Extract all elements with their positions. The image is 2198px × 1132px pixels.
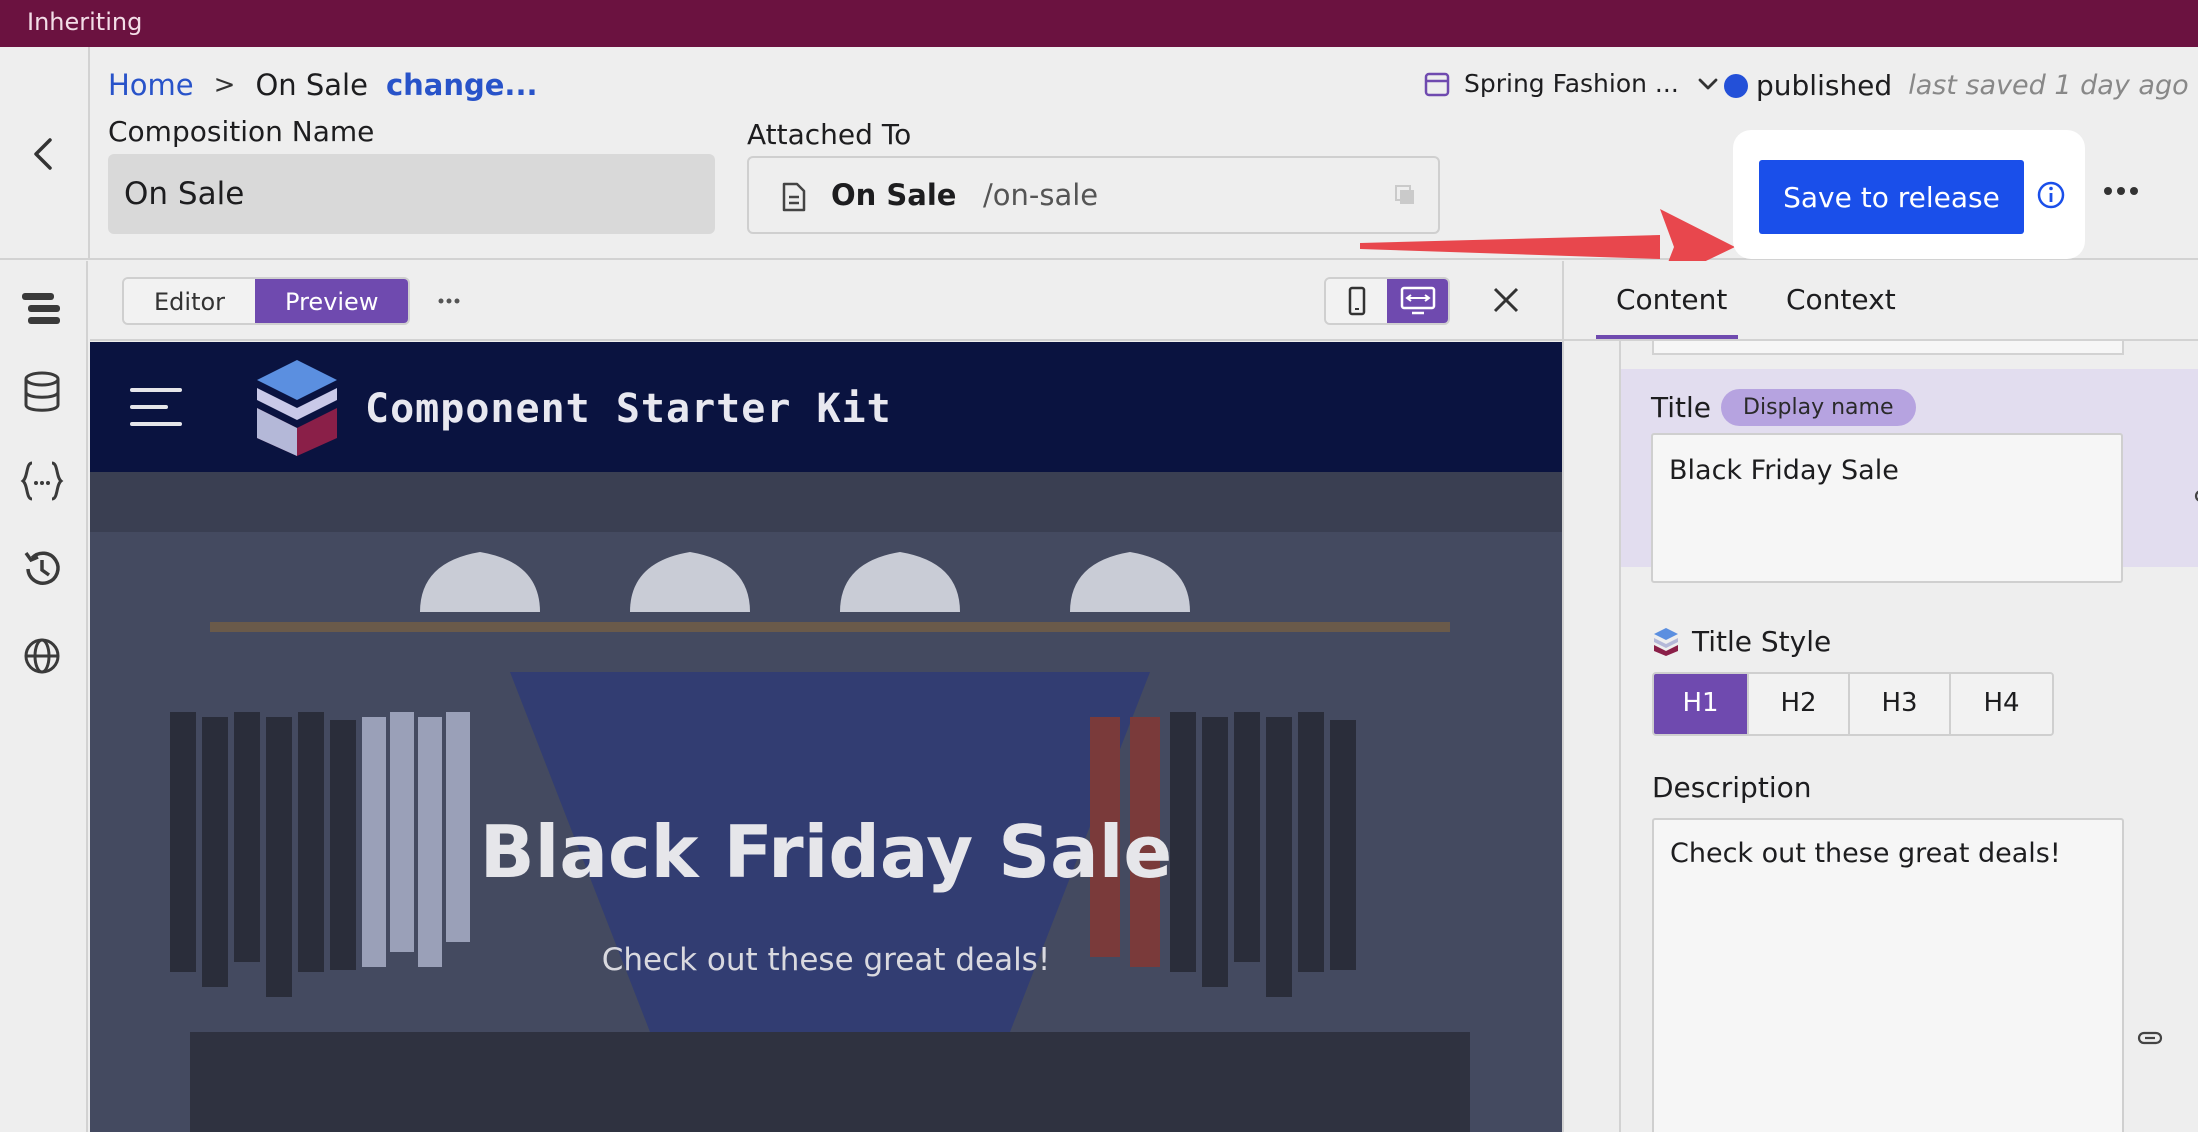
site-title: Component Starter Kit — [365, 386, 892, 432]
title-style-label: Title Style — [1692, 625, 1832, 658]
close-preview-icon[interactable] — [1491, 285, 1521, 315]
site-preview: Component Starter Kit Black Friday Sale … — [90, 342, 1562, 1132]
active-tab-indicator — [1596, 335, 1738, 339]
panel-tabs: Content Context — [1564, 261, 2198, 341]
release-name: Spring Fashion ... — [1464, 69, 1679, 98]
composition-name-input[interactable]: On Sale — [108, 154, 715, 234]
title-style-label-group: Title Style — [1652, 625, 1831, 658]
properties-panel: Content Context Title Display name Black… — [1562, 261, 2198, 1132]
chevron-down-icon — [1698, 78, 1718, 89]
hero-banner: Black Friday Sale Check out these great … — [90, 472, 1562, 1132]
globe-icon[interactable] — [20, 634, 64, 678]
copy-icon[interactable] — [1394, 184, 1418, 208]
inheriting-text: Inheriting — [27, 8, 143, 36]
component-icon — [1654, 627, 1678, 656]
heading-h1-button[interactable]: H1 — [1654, 674, 1749, 734]
attached-name: On Sale — [831, 178, 957, 212]
previous-field-stub — [1652, 341, 2124, 355]
document-icon — [782, 182, 806, 212]
toolbar-more-icon[interactable] — [437, 297, 461, 305]
heading-h3-button[interactable]: H3 — [1850, 674, 1951, 734]
device-toggle — [1324, 277, 1450, 325]
heading-h2-button[interactable]: H2 — [1749, 674, 1850, 734]
json-braces-icon[interactable] — [20, 459, 64, 503]
calendar-icon — [1424, 72, 1450, 96]
preview-toolbar: Editor Preview — [90, 261, 1562, 341]
mobile-icon — [1348, 286, 1365, 316]
back-zone — [0, 47, 90, 258]
site-navbar: Component Starter Kit — [90, 342, 1562, 472]
site-logo — [257, 360, 337, 456]
mobile-view-button[interactable] — [1326, 279, 1387, 323]
attached-to-field[interactable]: On Sale /on-sale — [747, 156, 1440, 234]
save-to-release-button[interactable]: Save to release — [1759, 160, 2024, 234]
hamburger-menu-icon[interactable] — [130, 386, 182, 428]
link-parameter-icon[interactable] — [2194, 489, 2198, 503]
display-name-badge: Display name — [1721, 389, 1916, 426]
publish-status: published last saved 1 day ago — [1724, 69, 2189, 102]
title-field-row: Title Display name Black Friday Sale — [1621, 369, 2198, 583]
heading-level-group: H1 H2 H3 H4 — [1652, 672, 2054, 736]
description-link-icon[interactable] — [2137, 1031, 2163, 1045]
title-label-group: Title Display name — [1651, 389, 1916, 426]
breadcrumb: Home > On Sale change... — [108, 68, 537, 102]
composition-name-label: Composition Name — [108, 115, 375, 148]
desktop-view-button[interactable] — [1387, 279, 1448, 323]
desktop-icon — [1400, 286, 1435, 315]
title-input[interactable]: Black Friday Sale — [1651, 433, 2123, 583]
more-options-icon[interactable] — [2103, 186, 2139, 196]
structure-icon[interactable] — [20, 287, 64, 331]
hero-title: Black Friday Sale — [479, 810, 1173, 894]
tab-content[interactable]: Content — [1616, 283, 1727, 316]
description-input[interactable]: Check out these great deals! — [1652, 818, 2124, 1132]
tab-context[interactable]: Context — [1786, 283, 1896, 316]
heading-h4-button[interactable]: H4 — [1951, 674, 2052, 734]
left-rail — [0, 261, 88, 1132]
release-selector[interactable]: Spring Fashion ... — [1424, 69, 1719, 98]
status-dot — [1724, 73, 1748, 98]
hero-subtitle: Check out these great deals! — [601, 942, 1051, 978]
store-background-image — [90, 472, 1562, 1132]
editor-preview-toggle: Editor Preview — [122, 277, 411, 325]
status-label: published — [1756, 69, 1893, 102]
last-saved-text: last saved 1 day ago — [1908, 70, 2189, 101]
attached-to-label: Attached To — [747, 118, 912, 151]
editor-tab[interactable]: Editor — [124, 279, 256, 323]
inheriting-banner: Inheriting — [0, 0, 2198, 47]
back-arrow-icon[interactable] — [28, 134, 58, 174]
title-label: Title — [1651, 391, 1712, 424]
history-icon[interactable] — [20, 547, 64, 591]
breadcrumb-home-link[interactable]: Home — [108, 68, 194, 102]
preview-tab[interactable]: Preview — [255, 279, 409, 323]
description-label: Description — [1652, 771, 1812, 804]
database-icon[interactable] — [20, 370, 64, 414]
composition-header: Home > On Sale change... Composition Nam… — [0, 47, 2198, 283]
info-icon[interactable] — [2037, 181, 2065, 209]
breadcrumb-current: On Sale — [255, 68, 368, 102]
breadcrumb-separator: > — [213, 70, 236, 100]
change-link[interactable]: change... — [386, 68, 538, 102]
attached-path: /on-sale — [983, 178, 1099, 212]
